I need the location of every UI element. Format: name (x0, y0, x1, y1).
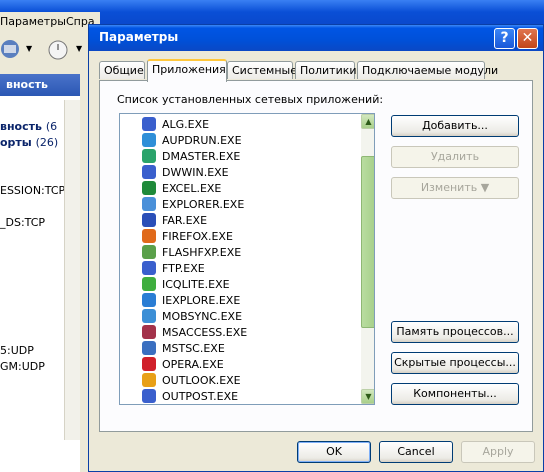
app-name: FIREFOX.EXE (162, 230, 233, 243)
background-toolbar: ▼ ▼ (0, 30, 100, 74)
add-button[interactable]: Добавить... (391, 115, 519, 137)
access-icon (142, 325, 156, 339)
app-name: OUTLOOK.EXE (162, 374, 241, 387)
app-name: AUPDRUN.EXE (162, 134, 242, 147)
opera-icon (142, 357, 156, 371)
menu-item-parameters[interactable]: Параметры (0, 15, 66, 28)
dropdown-arrow-icon: ▼ (477, 181, 490, 194)
globe-icon (142, 133, 156, 147)
app-name: FAR.EXE (162, 214, 208, 227)
window-icon (142, 389, 156, 403)
ok-button[interactable]: OK (297, 441, 371, 463)
help-button[interactable]: ? (494, 28, 515, 49)
scroll-thumb[interactable] (361, 156, 374, 328)
app-name: MSACCESS.EXE (162, 326, 248, 339)
apps-list-label: Список установленных сетевых приложений: (117, 93, 384, 106)
tab-applications[interactable]: Приложения (147, 59, 227, 82)
app-name: OPERA.EXE (162, 358, 224, 371)
panel-header: вность (0, 74, 90, 96)
scroll-down-button[interactable]: ▼ (361, 389, 374, 404)
ie-icon (142, 293, 156, 307)
components-button[interactable]: Компоненты... (391, 383, 519, 405)
delete-button[interactable]: Удалить (391, 146, 519, 168)
apply-button[interactable]: Apply (461, 441, 535, 463)
window-icon (142, 117, 156, 131)
app-name: MSTSC.EXE (162, 342, 225, 355)
toolbar-dropdown-icon[interactable]: ▼ (76, 44, 82, 53)
tree-item[interactable]: ESSION:TCP (0, 184, 65, 197)
tree-item[interactable]: _DS:TCP (0, 216, 45, 229)
explorer-icon (142, 197, 156, 211)
app-name: DMASTER.EXE (162, 150, 241, 163)
tree-item[interactable]: орты (26) (0, 136, 58, 149)
background-scrollbar[interactable] (64, 100, 81, 440)
hidden-processes-button[interactable]: Скрытые процессы... (391, 352, 519, 374)
app-name: OUTPOST.EXE (162, 390, 239, 403)
firefox-icon (142, 229, 156, 243)
sync-icon (142, 309, 156, 323)
excel-icon (142, 181, 156, 195)
scroll-up-button[interactable]: ▲ (361, 114, 374, 129)
cancel-button[interactable]: Cancel (379, 441, 453, 463)
tab-system[interactable]: Системные (227, 61, 297, 79)
tab-plugins[interactable]: Подключаемые модули (357, 61, 498, 79)
clock-icon (142, 373, 156, 387)
modify-button[interactable]: Изменить ▼ (391, 177, 519, 199)
tree-item[interactable]: вность (6 (0, 120, 57, 133)
app-name: FLASHFXP.EXE (162, 246, 242, 259)
applications-list[interactable]: ALG.EXE AUPDRUN.EXE DMASTER.EXE DWWIN.EXE EX… (119, 113, 375, 405)
toolbar-timer-icon[interactable] (44, 36, 74, 62)
app-name: EXCEL.EXE (162, 182, 222, 195)
dialog-title: Параметры (99, 30, 179, 44)
app-name: EXPLORER.EXE (162, 198, 245, 211)
app-name: DWWIN.EXE (162, 166, 229, 179)
window-icon (142, 165, 156, 179)
diamond-icon (142, 149, 156, 163)
toolbar-dropdown-icon[interactable]: ▼ (26, 44, 32, 53)
tab-general[interactable]: Общие (99, 61, 145, 79)
app-name: ICQLITE.EXE (162, 278, 230, 291)
app-name: MOBSYNC.EXE (162, 310, 243, 323)
app-name: FTP.EXE (162, 262, 205, 275)
tree-item[interactable]: GM:UDP (0, 360, 45, 373)
flower-icon (142, 277, 156, 291)
app-name: IEXPLORE.EXE (162, 294, 241, 307)
flash-icon (142, 245, 156, 259)
terminal-icon (142, 341, 156, 355)
background-menu-bar: Параметры Спра (0, 12, 100, 30)
list-scrollbar[interactable]: ▲ ▼ (361, 114, 374, 404)
dialog-title-bar[interactable]: Параметры ? ✕ (89, 25, 543, 51)
tab-policies[interactable]: Политики (295, 61, 357, 79)
parameters-dialog: Параметры ? ✕ Общие Приложения Системные… (88, 24, 544, 472)
far-icon (142, 213, 156, 227)
app-name: ALG.EXE (162, 118, 210, 131)
tree-item[interactable]: 5:UDP (0, 344, 34, 357)
process-memory-button[interactable]: Память процессов... (391, 321, 519, 343)
window-icon (142, 261, 156, 275)
close-button[interactable]: ✕ (517, 28, 538, 49)
